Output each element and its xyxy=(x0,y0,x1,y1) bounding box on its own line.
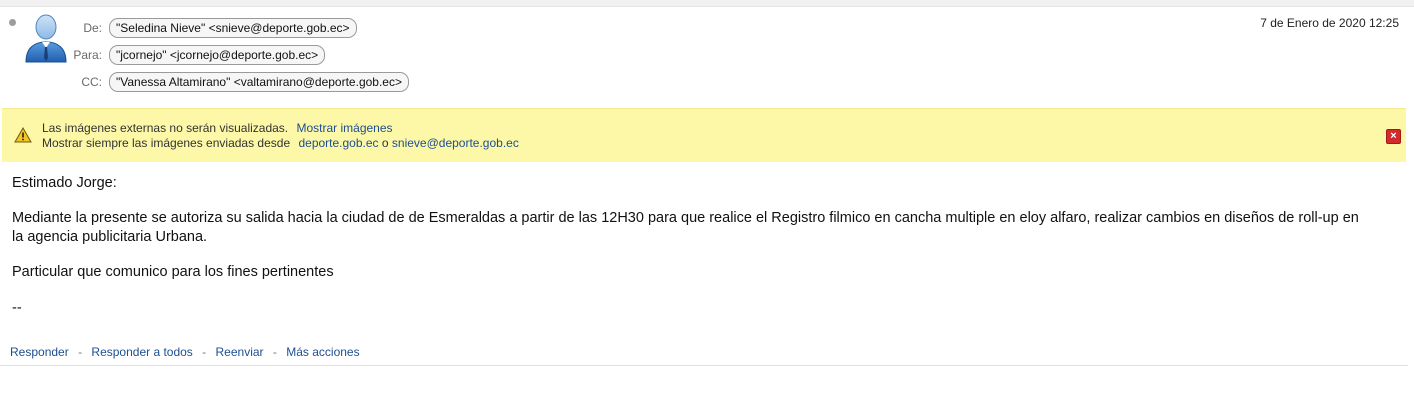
signature-separator: -- xyxy=(12,300,22,316)
forward-link[interactable]: Reenviar xyxy=(216,345,264,359)
action-separator: - xyxy=(202,345,207,359)
from-address-pill[interactable]: "Seledina Nieve" <snieve@deporte.gob.ec> xyxy=(109,18,357,38)
reply-all-link[interactable]: Responder a todos xyxy=(91,345,192,359)
cc-label: CC: xyxy=(81,75,102,89)
message-closing: Particular que comunico para los fines p… xyxy=(12,264,334,280)
message-actions: Responder - Responder a todos - Reenviar… xyxy=(10,345,360,359)
message-date: 7 de Enero de 2020 12:25 xyxy=(1260,16,1399,30)
from-label: De: xyxy=(83,21,102,35)
always-show-text: Mostrar siempre las imágenes enviadas de… xyxy=(42,136,291,150)
warning-icon xyxy=(14,127,32,143)
domain-link[interactable]: deporte.gob.ec xyxy=(298,136,378,150)
banner-message: Las imágenes externas no serán visualiza… xyxy=(42,121,289,135)
external-images-banner: Las imágenes externas no serán visualiza… xyxy=(2,108,1406,162)
reply-link[interactable]: Responder xyxy=(10,345,69,359)
or-text: o xyxy=(381,136,389,150)
action-separator: - xyxy=(78,345,83,359)
banner-line-1: Las imágenes externas no serán visualiza… xyxy=(42,121,393,135)
message-greeting: Estimado Jorge: xyxy=(12,175,117,191)
divider xyxy=(0,365,1408,366)
show-images-link[interactable]: Mostrar imágenes xyxy=(296,121,392,135)
status-dot-icon xyxy=(9,19,16,26)
sender-link[interactable]: snieve@deporte.gob.ec xyxy=(392,136,519,150)
more-actions-link[interactable]: Más acciones xyxy=(286,345,359,359)
banner-line-2: Mostrar siempre las imágenes enviadas de… xyxy=(42,136,519,150)
cc-address-pill[interactable]: "Vanessa Altamirano" <valtamirano@deport… xyxy=(109,72,409,92)
action-separator: - xyxy=(272,345,277,359)
to-label: Para: xyxy=(73,48,102,62)
to-address-pill[interactable]: "jcornejo" <jcornejo@deporte.gob.ec> xyxy=(109,45,326,65)
message-paragraph: Mediante la presente se autoriza su sali… xyxy=(12,210,1359,245)
close-icon[interactable]: × xyxy=(1386,129,1401,144)
top-bar xyxy=(0,0,1414,7)
